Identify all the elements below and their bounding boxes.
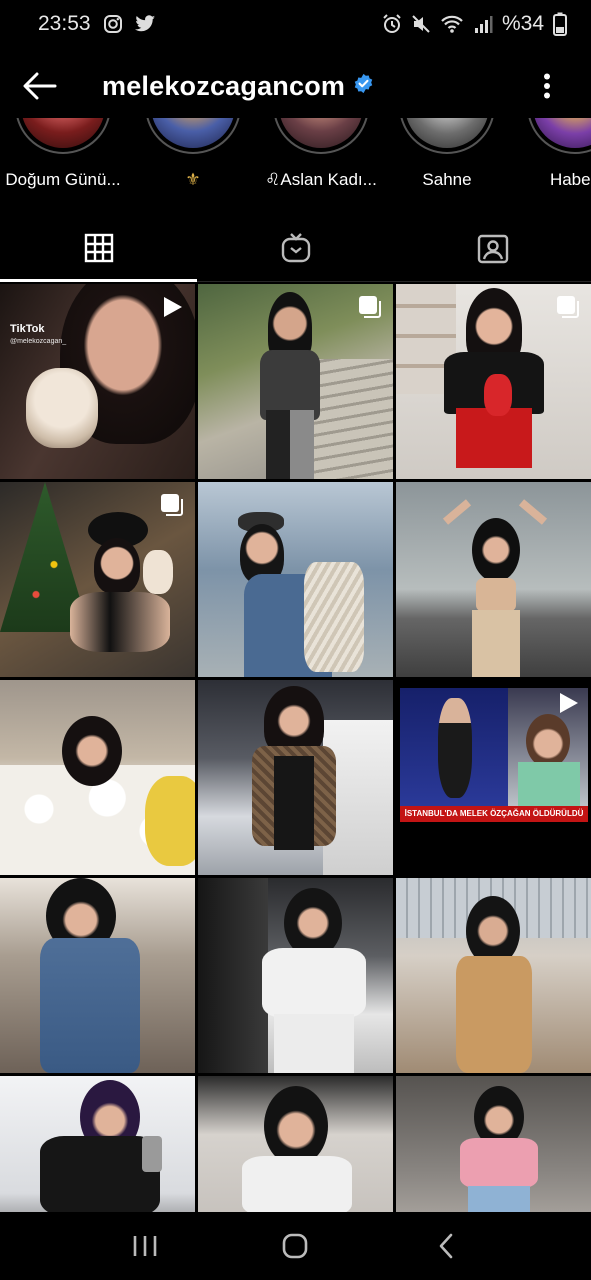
video-icon (555, 690, 581, 721)
highlight-item[interactable]: ♌Aslan Kadı... (256, 118, 386, 190)
home-icon (283, 1233, 308, 1259)
dog-figure (143, 550, 173, 594)
post-thumbnail[interactable] (198, 284, 393, 479)
twitter-notification-icon (134, 15, 156, 33)
post-thumbnail[interactable] (0, 878, 195, 1073)
posts-grid: TikTok @melekozcagan_ İSTANBUL'DA MELEK … (0, 284, 591, 1212)
post-subject (30, 878, 150, 1073)
highlight-label: Haberl (549, 170, 591, 189)
news-caption: İSTANBUL'DA MELEK ÖZÇAĞAN ÖLDÜRÜLDÜ (400, 806, 588, 822)
post-subject (30, 1076, 170, 1212)
post-subject (442, 498, 548, 677)
battery-icon (553, 12, 567, 36)
post-thumbnail[interactable] (198, 482, 393, 677)
news-frame-left (400, 688, 508, 810)
profile-header: melekozcagancom (0, 54, 591, 118)
tab-grid[interactable] (0, 214, 197, 282)
tagged-icon (477, 234, 508, 263)
carousel-icon (555, 294, 581, 325)
highlight-item[interactable]: ⚜ (128, 118, 258, 190)
system-navigation-bar (0, 1212, 591, 1280)
instagram-notification-icon (103, 14, 123, 34)
battery-percent: %34 (501, 12, 544, 35)
post-subject (436, 288, 548, 479)
post-subject (452, 896, 536, 1073)
post-subject (232, 1086, 362, 1212)
post-thumbnail[interactable] (396, 482, 591, 677)
more-options-button[interactable] (517, 54, 577, 118)
highlight-thumbnail (279, 118, 363, 148)
highlight-label: Doğum Günü... (5, 170, 121, 189)
highlight-thumbnail (151, 118, 235, 148)
highlight-thumbnail (21, 118, 105, 148)
post-thumbnail[interactable] (0, 680, 195, 875)
post-subject (254, 888, 374, 1073)
profile-tabs (0, 214, 591, 282)
home-button[interactable] (255, 1216, 335, 1276)
tiktok-watermark: TikTok @melekozcagan_ (10, 323, 67, 346)
back-arrow-icon (23, 72, 57, 100)
post-thumbnail[interactable] (396, 1076, 591, 1212)
alarm-icon (382, 14, 402, 34)
status-time: 23:53 (38, 12, 91, 35)
post-subject (62, 716, 122, 786)
carousel-icon (159, 492, 185, 523)
signal-icon (473, 14, 493, 34)
tab-igtv[interactable] (197, 214, 394, 281)
post-thumbnail[interactable] (198, 1076, 393, 1212)
post-thumbnail[interactable]: TikTok @melekozcagan_ (0, 284, 195, 479)
tab-tagged[interactable] (394, 214, 591, 281)
highlight-thumbnail (533, 118, 591, 148)
back-nav-button[interactable] (406, 1216, 486, 1276)
wifi-icon (440, 14, 464, 34)
highlight-item[interactable]: Sahne (382, 118, 512, 190)
mute-icon (411, 14, 431, 34)
grid-icon (84, 233, 113, 262)
post-subject (454, 1086, 544, 1212)
post-thumbnail[interactable] (396, 878, 591, 1073)
highlight-label: Sahne (422, 170, 472, 189)
highlight-item[interactable]: Haberl (510, 118, 591, 190)
highlight-item[interactable]: Doğum Günü... (0, 118, 128, 190)
chihuahua-figure (26, 368, 98, 448)
recent-apps-icon (133, 1236, 157, 1256)
post-thumbnail[interactable] (0, 1076, 195, 1212)
video-icon (159, 294, 185, 325)
post-subject (234, 504, 364, 677)
status-bar: 23:53 %34 (0, 0, 591, 48)
recent-apps-button[interactable] (105, 1216, 185, 1276)
more-vertical-icon (544, 73, 550, 99)
igtv-icon (281, 232, 310, 262)
chevron-left-icon (439, 1233, 453, 1259)
highlight-thumbnail (405, 118, 489, 148)
post-thumbnail[interactable]: İSTANBUL'DA MELEK ÖZÇAĞAN ÖLDÜRÜLDÜ (396, 680, 591, 875)
post-thumbnail[interactable] (0, 482, 195, 677)
highlight-label: ♌Aslan Kadı... (265, 170, 377, 189)
post-thumbnail[interactable] (396, 284, 591, 479)
story-highlights: Doğum Günü... ⚜ ♌Aslan Kadı... Sahne Hab… (0, 118, 591, 200)
post-thumbnail[interactable] (198, 680, 393, 875)
carousel-icon (357, 294, 383, 325)
highlight-label: ⚜ (185, 170, 201, 189)
verified-badge-icon (353, 73, 374, 99)
back-button[interactable] (0, 54, 80, 118)
post-subject (246, 686, 342, 875)
profile-username: melekozcagancom (102, 70, 346, 101)
yellow-pillow (145, 776, 195, 866)
post-thumbnail[interactable] (198, 878, 393, 1073)
post-subject (256, 292, 328, 479)
